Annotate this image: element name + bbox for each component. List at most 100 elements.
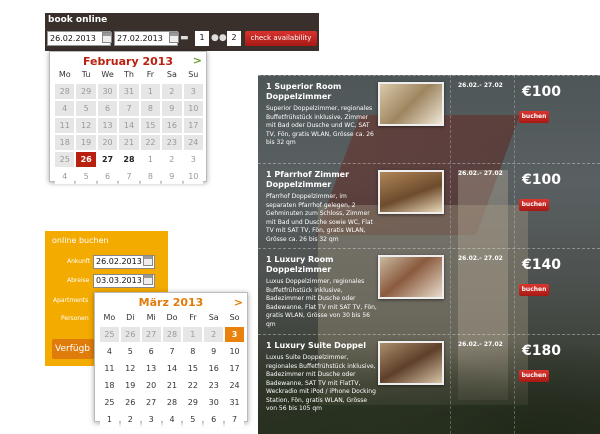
calendar-day[interactable]: 9	[204, 344, 224, 359]
calendar-day[interactable]: 11	[55, 118, 75, 133]
calendar-day[interactable]: 6	[141, 344, 161, 359]
calendar-day[interactable]: 29	[76, 84, 96, 99]
calendar-day[interactable]: 28	[162, 395, 182, 410]
calendar-day[interactable]: 6	[97, 101, 118, 116]
calendar-day[interactable]: 22	[183, 378, 203, 393]
check-availability-button[interactable]: check availability	[245, 31, 317, 46]
calendar-day[interactable]: 2	[120, 412, 140, 427]
buchen-button[interactable]: buchen	[519, 111, 549, 123]
buchen-button[interactable]: buchen	[519, 370, 549, 382]
calendar-day[interactable]: 26	[120, 395, 140, 410]
calendar-day[interactable]: 28	[55, 84, 75, 99]
calendar-day[interactable]: 5	[76, 101, 96, 116]
calendar-day[interactable]: 20	[97, 135, 118, 150]
calendar-day[interactable]: 7	[225, 412, 244, 427]
calendar-day[interactable]: 10	[183, 101, 203, 116]
calendar-day[interactable]: 19	[120, 378, 140, 393]
calendar-day[interactable]: 7	[119, 169, 139, 184]
calendar-day[interactable]: 4	[100, 344, 119, 359]
calendar-day[interactable]: 23	[162, 135, 182, 150]
calendar-day[interactable]: 2	[162, 84, 182, 99]
calendar-day[interactable]: 25	[55, 152, 75, 167]
calendar-day[interactable]: 25	[100, 327, 119, 342]
room-photo[interactable]	[378, 170, 444, 214]
calendar-day[interactable]: 10	[183, 169, 203, 184]
calendar-day[interactable]: 5	[76, 169, 96, 184]
calendar-day[interactable]: 22	[140, 135, 161, 150]
calendar-day[interactable]: 1	[140, 152, 161, 167]
calendar-day[interactable]: 29	[183, 395, 203, 410]
rooms-count-field[interactable]: 1	[195, 31, 209, 46]
calendar-day[interactable]: 16	[204, 361, 224, 376]
calendar-day[interactable]: 9	[162, 101, 182, 116]
buchen-button[interactable]: buchen	[519, 284, 549, 296]
calendar-day[interactable]: 28	[162, 327, 182, 342]
calendar-day[interactable]: 9	[162, 169, 182, 184]
calendar-day[interactable]: 3	[183, 84, 203, 99]
calendar-day[interactable]: 16	[162, 118, 182, 133]
calendar-day[interactable]: 1	[140, 84, 161, 99]
calendar-icon[interactable]	[143, 274, 153, 285]
calendar-day[interactable]: 13	[141, 361, 161, 376]
calendar-day[interactable]: 12	[120, 361, 140, 376]
calendar-day[interactable]: 24	[183, 135, 203, 150]
calendar-day[interactable]: 4	[55, 169, 75, 184]
calendar-day[interactable]: 24	[225, 378, 244, 393]
calendar-day[interactable]: 5	[120, 344, 140, 359]
calendar-day[interactable]: 14	[119, 118, 139, 133]
calendar-day[interactable]: 26	[120, 327, 140, 342]
calendar-day[interactable]: 15	[183, 361, 203, 376]
calendar-day[interactable]: 1	[183, 327, 203, 342]
calendar-day[interactable]: 21	[119, 135, 139, 150]
calendar-day[interactable]: 12	[76, 118, 96, 133]
calendar-day[interactable]: 27	[141, 327, 161, 342]
room-photo[interactable]	[378, 255, 444, 299]
buchen-button[interactable]: buchen	[519, 199, 549, 211]
calendar-day[interactable]: 3	[141, 412, 161, 427]
calendar-icon[interactable]	[169, 32, 179, 43]
calendar-day[interactable]: 4	[162, 412, 182, 427]
calendar-day[interactable]: 17	[183, 118, 203, 133]
calendar-day[interactable]: 30	[204, 395, 224, 410]
calendar-day[interactable]: 18	[55, 135, 75, 150]
calendar-day[interactable]: 3	[183, 152, 203, 167]
calendar-day[interactable]: 25	[100, 395, 119, 410]
calendar-day[interactable]: 14	[162, 361, 182, 376]
calendar-day[interactable]: 2	[162, 152, 182, 167]
calendar-day[interactable]: 23	[204, 378, 224, 393]
calendar-day[interactable]: 21	[162, 378, 182, 393]
calendar-day[interactable]: 6	[97, 169, 118, 184]
calendar-day[interactable]: 1	[100, 412, 119, 427]
verfuegbarkeit-button[interactable]: Verfügb	[52, 339, 94, 359]
room-photo[interactable]	[378, 82, 444, 126]
calendar-day[interactable]: 20	[141, 378, 161, 393]
room-photo[interactable]	[378, 341, 444, 385]
calendar-day[interactable]: 11	[100, 361, 119, 376]
calendar-day[interactable]: 30	[97, 84, 118, 99]
calendar-icon[interactable]	[102, 32, 112, 43]
calendar-day[interactable]: 13	[97, 118, 118, 133]
calendar-day[interactable]: 10	[225, 344, 244, 359]
calendar-day[interactable]: 7	[162, 344, 182, 359]
calendar-day[interactable]: 27	[98, 152, 117, 167]
calendar-day[interactable]: 2	[204, 327, 224, 342]
calendar-day[interactable]: 18	[100, 378, 119, 393]
calendar-day[interactable]: 19	[76, 135, 96, 150]
calendar-day[interactable]: 31	[119, 84, 139, 99]
calendar-day[interactable]: 7	[119, 101, 139, 116]
calendar-day[interactable]: 15	[140, 118, 161, 133]
calendar-day[interactable]: 28	[119, 152, 138, 167]
calendar-day[interactable]: 26	[76, 152, 96, 167]
calendar-day[interactable]: 5	[183, 412, 203, 427]
calendar-day[interactable]: 8	[140, 101, 161, 116]
calendar-day[interactable]: 4	[55, 101, 75, 116]
calendar-day[interactable]: 6	[204, 412, 224, 427]
calendar-day[interactable]: 17	[225, 361, 244, 376]
next-month-icon[interactable]: >	[234, 296, 243, 309]
persons-count-field[interactable]: 2	[227, 31, 241, 46]
calendar-day[interactable]: 27	[141, 395, 161, 410]
calendar-icon[interactable]	[143, 255, 153, 266]
calendar-day[interactable]: 31	[225, 395, 244, 410]
calendar-day[interactable]: 8	[183, 344, 203, 359]
calendar-day[interactable]: 8	[140, 169, 161, 184]
